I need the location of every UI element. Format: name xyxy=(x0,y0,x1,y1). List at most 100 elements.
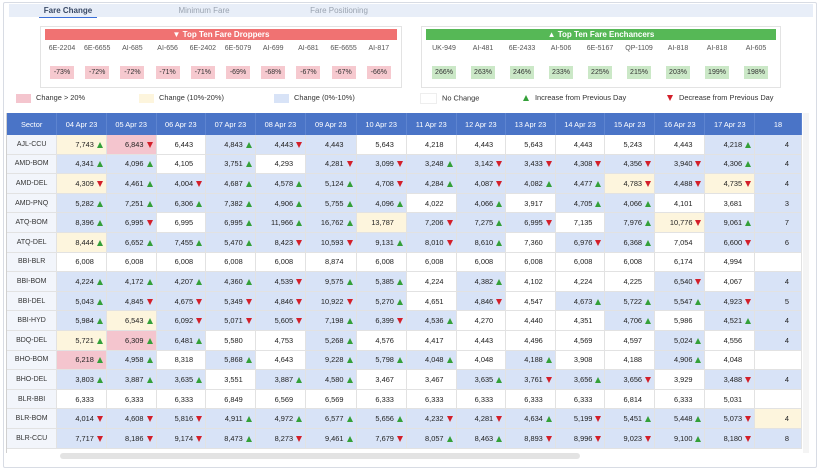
fare-cell[interactable]: 9,023 xyxy=(604,428,656,449)
fare-cell[interactable]: 8,874 xyxy=(305,252,357,273)
fare-cell[interactable]: 5,349 xyxy=(205,291,256,312)
fare-cell[interactable]: 4,578 xyxy=(255,173,307,194)
column-header-date[interactable]: 15 Apr 23 xyxy=(604,113,656,135)
fare-cell[interactable]: 4,443 xyxy=(456,330,507,351)
fare-cell[interactable]: 5,024 xyxy=(654,330,706,351)
fare-cell[interactable]: 4,547 xyxy=(505,291,556,312)
fare-cell[interactable]: 8,463 xyxy=(456,428,507,449)
fare-cell[interactable]: 6,008 xyxy=(604,252,656,273)
column-header-date[interactable]: 17 Apr 23 xyxy=(704,113,756,135)
fare-cell[interactable]: 4,360 xyxy=(205,271,256,292)
fare-cell[interactable]: 9,131 xyxy=(356,232,407,253)
fare-cell[interactable]: 6,333 xyxy=(106,389,157,410)
fare-cell[interactable]: 6,218 xyxy=(56,350,107,371)
fare-cell[interactable]: 4,994 xyxy=(704,252,756,273)
fare-cell[interactable]: 6,008 xyxy=(255,252,307,273)
column-header-date[interactable]: 12 Apr 23 xyxy=(456,113,507,135)
fare-cell[interactable]: 4,643 xyxy=(255,350,307,371)
fare-cell[interactable]: 4,443 xyxy=(555,135,606,155)
fare-cell[interactable]: 8,010 xyxy=(406,232,457,253)
fare-change-percent[interactable]: -71% xyxy=(190,66,215,79)
fare-cell[interactable]: 3,803 xyxy=(56,369,107,390)
fare-cell[interactable]: 6,814 xyxy=(604,389,656,410)
fare-change-percent[interactable]: -68% xyxy=(261,66,286,79)
fare-cell[interactable]: 5,282 xyxy=(56,193,107,214)
fare-cell[interactable] xyxy=(754,252,802,273)
fare-cell[interactable]: 4,906 xyxy=(255,193,307,214)
table-row[interactable]: BBI-BLR 6,008 6,008 6,008 6,008 6,008 8,874 6,0… xyxy=(7,252,802,273)
fare-cell[interactable]: 5,816 xyxy=(156,408,207,429)
fare-cell[interactable] xyxy=(754,350,802,371)
fare-cell[interactable]: 6,843 xyxy=(106,135,157,155)
fare-cell[interactable]: 7,455 xyxy=(156,232,207,253)
fare-cell[interactable]: 3,887 xyxy=(106,369,157,390)
fare-cell[interactable]: 3,488 xyxy=(704,369,756,390)
tab-fare-change[interactable]: Fare Change xyxy=(39,4,97,18)
fare-cell[interactable]: 4,846 xyxy=(255,291,307,312)
fare-cell[interactable]: 4,443 xyxy=(255,135,307,155)
fare-cell[interactable]: 5,643 xyxy=(356,135,407,155)
fare-cell[interactable]: 5,451 xyxy=(604,408,656,429)
fare-cell[interactable]: 3,929 xyxy=(654,369,706,390)
table-row[interactable]: AJL-CCU 7,743 6,843 6,443 4,843 4,443 4,443 5,6… xyxy=(7,135,802,155)
fare-cell[interactable]: 6,333 xyxy=(505,389,556,410)
table-row[interactable]: BHO-BOM 6,218 4,958 8,318 5,868 4,643 9,228 5,7… xyxy=(7,350,802,371)
fare-cell[interactable]: 6,008 xyxy=(555,252,606,273)
fare-change-percent[interactable]: -73% xyxy=(50,66,74,79)
fare-cell[interactable]: 6,333 xyxy=(555,389,606,410)
fare-change-percent[interactable]: 203% xyxy=(666,66,690,79)
fare-change-percent[interactable]: 215% xyxy=(627,66,651,79)
fare-cell[interactable]: 4,087 xyxy=(456,173,507,194)
column-header-date[interactable]: 10 Apr 23 xyxy=(356,113,407,135)
fare-cell[interactable]: 4,105 xyxy=(156,154,207,175)
fare-change-percent[interactable]: -69% xyxy=(226,66,250,79)
fare-cell[interactable]: 8,423 xyxy=(255,232,307,253)
fare-cell[interactable]: 7,360 xyxy=(505,232,556,253)
fare-cell[interactable]: 4,351 xyxy=(555,310,606,331)
fare-cell[interactable]: 4,440 xyxy=(505,310,556,331)
fare-cell[interactable]: 4,923 xyxy=(704,291,756,312)
fare-cell[interactable]: 4,281 xyxy=(456,408,507,429)
fare-cell[interactable]: 6,333 xyxy=(56,389,107,410)
column-header-date[interactable]: 13 Apr 23 xyxy=(505,113,556,135)
fare-cell[interactable]: 13,787 xyxy=(356,212,407,233)
fare-cell[interactable]: 7,679 xyxy=(356,428,407,449)
fare-change-table-viewport[interactable]: Sector 04 Apr 23 05 Apr 23 06 Apr 23 07 Apr … xyxy=(6,113,802,453)
fare-cell[interactable]: 3,467 xyxy=(406,369,457,390)
fare-cell[interactable]: 4,014 xyxy=(56,408,107,429)
fare-cell[interactable]: 4,556 xyxy=(704,330,756,351)
fare-cell[interactable]: 10,776 xyxy=(654,212,706,233)
fare-change-percent[interactable]: 246% xyxy=(510,66,534,79)
horizontal-scrollbar[interactable] xyxy=(60,453,580,459)
fare-cell[interactable]: 3,681 xyxy=(704,193,756,214)
column-header-date[interactable]: 09 Apr 23 xyxy=(305,113,357,135)
fare-change-percent[interactable]: -71% xyxy=(155,66,180,79)
table-row[interactable]: AMD-BOM 4,341 4,096 4,105 3,751 4,293 4,281 3,0… xyxy=(7,154,802,175)
fare-cell[interactable]: 8,180 xyxy=(704,428,756,449)
fare-cell[interactable]: 4,906 xyxy=(654,350,706,371)
fare-cell[interactable]: 5,243 xyxy=(604,135,656,155)
fare-cell[interactable]: 4,004 xyxy=(156,173,207,194)
fare-cell[interactable]: 5,868 xyxy=(205,350,256,371)
fare-cell[interactable]: 4,972 xyxy=(255,408,307,429)
fare-cell[interactable]: 4,634 xyxy=(505,408,556,429)
fare-cell[interactable]: 3,099 xyxy=(356,154,407,175)
table-row[interactable]: BLR-BBI 6,333 6,333 6,333 6,849 6,569 6,569 6,3… xyxy=(7,389,802,410)
fare-cell[interactable]: 4,341 xyxy=(56,154,107,175)
column-header-date[interactable]: 14 Apr 23 xyxy=(555,113,606,135)
fare-cell[interactable]: 6,008 xyxy=(456,252,507,273)
fare-cell[interactable]: 4,417 xyxy=(406,330,457,351)
fare-cell[interactable]: 5,071 xyxy=(205,310,256,331)
fare-cell[interactable]: 4,521 xyxy=(704,310,756,331)
fare-cell[interactable]: 4,608 xyxy=(106,408,157,429)
fare-cell[interactable]: 6,333 xyxy=(406,389,457,410)
fare-change-percent[interactable]: 198% xyxy=(744,66,768,79)
table-row[interactable]: BHO-DEL 3,803 3,887 3,635 3,551 3,887 4,580 3,4… xyxy=(7,369,802,390)
fare-cell[interactable]: 16,762 xyxy=(305,212,357,233)
fare-cell[interactable]: 6,174 xyxy=(654,252,706,273)
fare-cell[interactable]: 4,218 xyxy=(704,135,756,155)
fare-cell[interactable]: 4,356 xyxy=(604,154,656,175)
fare-cell[interactable]: 4,488 xyxy=(654,173,706,194)
fare-cell[interactable]: 6 xyxy=(754,232,802,253)
fare-cell[interactable]: 4,846 xyxy=(456,291,507,312)
